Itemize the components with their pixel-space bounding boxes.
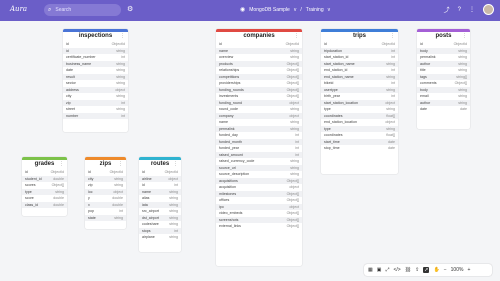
field-type: Object[]: [286, 224, 299, 228]
field-type: double: [53, 202, 64, 207]
grid-icon[interactable]: ▦: [368, 267, 373, 273]
table-field[interactable]: class_id double: [22, 201, 67, 208]
field-name: external_links: [219, 224, 241, 228]
table-menu-icon[interactable]: ⋮: [120, 32, 125, 41]
table-header[interactable]: posts ⋮: [417, 32, 470, 41]
canvas-toolbar: ▦ ▣ ⤢ </> ⛓ ⇪ ➚ ✋ − 100% +: [364, 264, 492, 276]
zoom-level: 100%: [450, 267, 464, 273]
field-type: date: [460, 107, 467, 111]
separator-icon: /: [300, 6, 302, 13]
field-name: class_id: [25, 202, 38, 207]
chevron-down-icon[interactable]: v: [328, 7, 331, 13]
table-menu-icon[interactable]: ⋮: [173, 160, 178, 169]
field-type: int: [121, 113, 125, 118]
table-grades[interactable]: grades ⋮ id ObjectId student_id double scores O…: [22, 157, 67, 216]
top-bar: Aura ⌕ Search ⚙ ◉ MongoDB Sample v / Tra…: [0, 0, 500, 21]
share-icon[interactable]: ⤴: [444, 5, 450, 14]
link-icon[interactable]: ⛓: [405, 267, 411, 273]
field-name: number: [66, 113, 79, 118]
table-name: companies: [243, 33, 275, 39]
search-placeholder: Search: [55, 7, 72, 13]
table-field[interactable]: date date: [417, 106, 470, 113]
table-name: grades: [34, 161, 55, 167]
table-name: posts: [435, 33, 452, 39]
table-name: trips: [352, 33, 366, 39]
search-icon: ⌕: [48, 6, 52, 13]
table-menu-icon[interactable]: ⋮: [294, 32, 299, 41]
expand-icon[interactable]: ⤢: [385, 267, 389, 273]
field-name: date: [420, 107, 427, 111]
table-inspections[interactable]: inspections ⋮ id ObjectId id string certificat…: [63, 29, 128, 132]
table-name: zips: [99, 161, 112, 167]
pointer-icon[interactable]: ➚: [423, 267, 430, 273]
table-header[interactable]: grades ⋮: [22, 160, 67, 169]
export-icon[interactable]: ⇪: [415, 267, 419, 273]
code-icon[interactable]: </>: [393, 267, 400, 273]
database-selector[interactable]: MongoDB Sample: [249, 7, 290, 13]
table-field[interactable]: external_links Object[]: [216, 223, 302, 230]
table-menu-icon[interactable]: ⋮: [462, 32, 467, 41]
table-zips[interactable]: zips ⋮ id ObjectId city string zip string loc obj…: [85, 157, 126, 229]
more-icon[interactable]: ⋮: [469, 6, 475, 13]
zoom-out-icon[interactable]: −: [444, 267, 447, 273]
field-name: state: [88, 215, 96, 220]
field-name: stop_time: [324, 146, 340, 150]
app-logo[interactable]: Aura: [10, 5, 27, 13]
table-posts[interactable]: posts ⋮ id ObjectId body string permalink strin…: [417, 29, 470, 129]
table-routes[interactable]: routes ⋮ id ObjectId airline object id int name s…: [139, 157, 181, 252]
search-input[interactable]: ⌕ Search: [44, 4, 121, 16]
pan-icon[interactable]: ✋: [433, 267, 439, 273]
breadcrumb: ◉ MongoDB Sample v / Training v: [240, 6, 331, 14]
field-type: string: [169, 235, 178, 239]
table-trips[interactable]: trips ⋮ id ObjectId tripduration int start_sta…: [321, 29, 398, 174]
help-icon[interactable]: ?: [458, 7, 461, 13]
database-icon: ◉: [240, 7, 246, 13]
table-header[interactable]: companies ⋮: [216, 32, 302, 41]
zoom-in-icon[interactable]: +: [467, 267, 470, 273]
field-name: airplane: [142, 235, 155, 239]
table-header[interactable]: inspections ⋮: [63, 32, 128, 41]
schema-selector[interactable]: Training: [306, 7, 324, 13]
topbar-actions: ⤴ ? ⋮: [444, 4, 494, 15]
table-menu-icon[interactable]: ⋮: [59, 160, 64, 169]
table-menu-icon[interactable]: ⋮: [118, 160, 123, 169]
table-field[interactable]: number int: [63, 112, 128, 119]
field-type: date: [388, 146, 395, 150]
field-type: string: [114, 215, 123, 220]
table-menu-icon[interactable]: ⋮: [390, 32, 395, 41]
table-field[interactable]: airplane string: [139, 234, 181, 241]
chevron-down-icon[interactable]: v: [294, 7, 297, 13]
table-header[interactable]: routes ⋮: [139, 160, 181, 169]
table-header[interactable]: zips ⋮: [85, 160, 126, 169]
table-field[interactable]: state string: [85, 214, 126, 221]
table-name: inspections: [78, 33, 113, 39]
layout-icon[interactable]: ▣: [377, 267, 382, 273]
table-companies[interactable]: companies ⋮ id ObjectId name string overview st…: [216, 29, 302, 266]
table-name: routes: [150, 161, 170, 167]
table-header[interactable]: trips ⋮: [321, 32, 398, 41]
avatar[interactable]: [483, 4, 494, 15]
gear-icon[interactable]: ⚙: [127, 6, 133, 14]
table-field[interactable]: stop_time date: [321, 145, 398, 152]
